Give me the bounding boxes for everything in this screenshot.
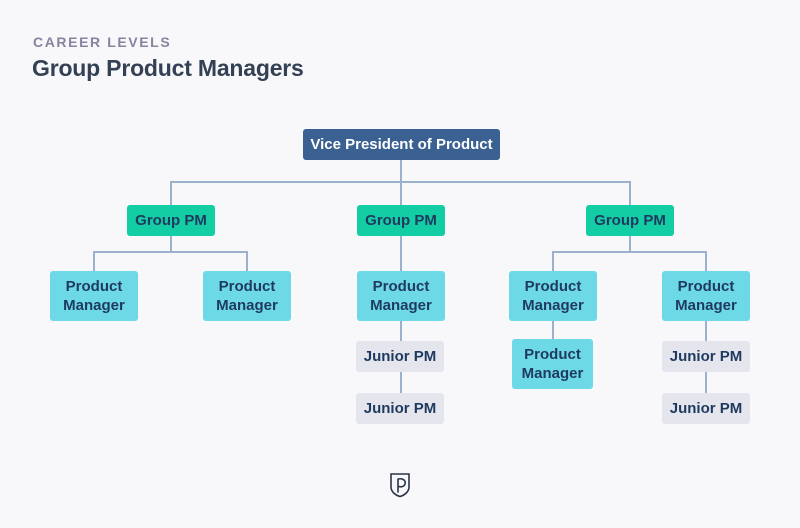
shield-p-logo-icon bbox=[390, 473, 410, 498]
node-label: Group PM bbox=[135, 212, 207, 229]
node-label: Product Manager bbox=[675, 278, 737, 314]
node-junior-pm: Junior PM bbox=[356, 393, 444, 424]
node-label: Junior PM bbox=[669, 348, 743, 365]
connector-lines bbox=[93, 160, 707, 394]
node-label: Junior PM bbox=[363, 400, 437, 417]
connector-group1 bbox=[93, 236, 248, 272]
node-product-manager: Product Manager bbox=[203, 271, 291, 321]
node-label: Junior PM bbox=[669, 400, 743, 417]
node-vp: Vice President of Product bbox=[303, 129, 500, 160]
node-label: Product Manager bbox=[63, 278, 125, 314]
node-group-pm-2: Group PM bbox=[357, 205, 445, 236]
node-label: Product Manager bbox=[521, 346, 584, 382]
node-group-pm-1: Group PM bbox=[127, 205, 215, 236]
connector-vp-to-groups bbox=[170, 160, 631, 206]
node-label: Product Manager bbox=[370, 278, 432, 314]
node-label: Junior PM bbox=[363, 348, 437, 365]
node-group-pm-3: Group PM bbox=[586, 205, 674, 236]
node-label: Product Manager bbox=[522, 278, 584, 314]
node-junior-pm: Junior PM bbox=[662, 341, 750, 372]
node-product-manager: Product Manager bbox=[662, 271, 750, 321]
node-label: Vice President of Product bbox=[310, 136, 493, 153]
node-product-manager: Product Manager bbox=[509, 271, 597, 321]
node-product-manager: Product Manager bbox=[512, 339, 593, 389]
node-label: Group PM bbox=[365, 212, 437, 229]
node-product-manager: Product Manager bbox=[50, 271, 138, 321]
node-junior-pm: Junior PM bbox=[662, 393, 750, 424]
node-junior-pm: Junior PM bbox=[356, 341, 444, 372]
node-product-manager: Product Manager bbox=[357, 271, 445, 321]
node-label: Product Manager bbox=[216, 278, 278, 314]
node-label: Group PM bbox=[594, 212, 666, 229]
